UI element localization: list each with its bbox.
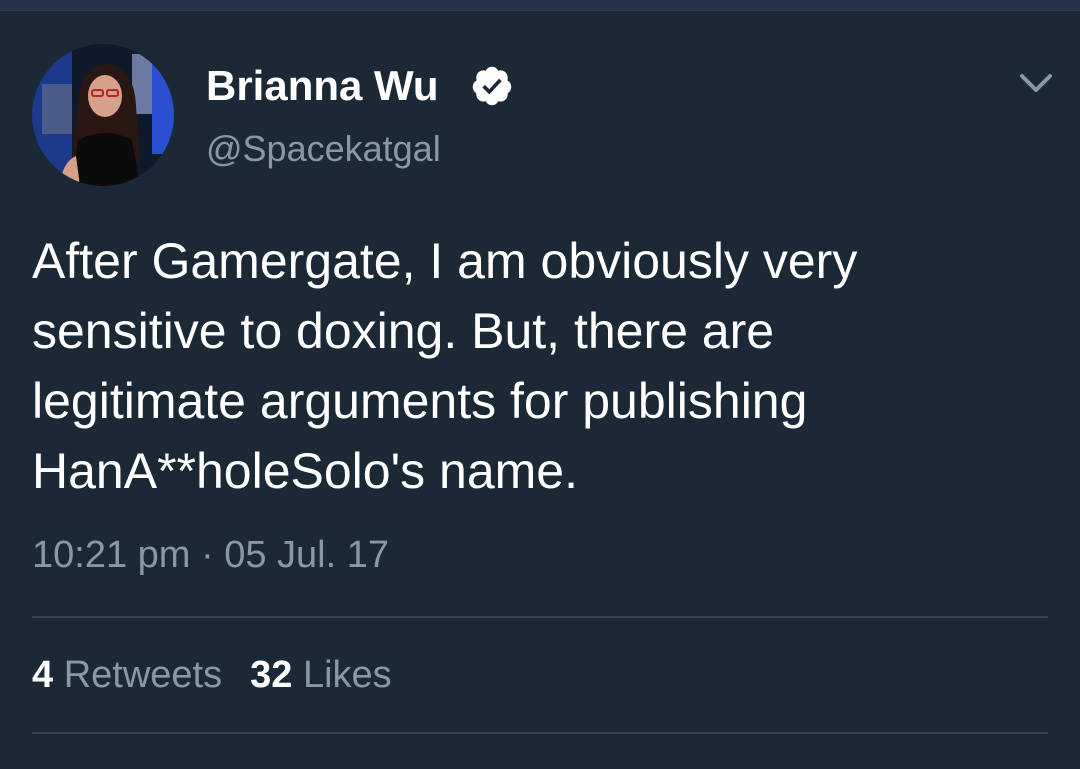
divider xyxy=(32,732,1048,734)
likes-label: Likes xyxy=(302,654,392,696)
likes-stat[interactable]: 32 Likes xyxy=(250,654,392,697)
tweet-timestamp: 10:21 pm · 05 Jul. 17 xyxy=(32,534,389,576)
tweet-text: After Gamergate, I am obviously very sen… xyxy=(32,226,1042,506)
tweet-text-line: After Gamergate, I am obviously very xyxy=(32,233,858,289)
likes-count: 32 xyxy=(250,654,293,696)
avatar[interactable] xyxy=(32,44,174,186)
chevron-down-icon[interactable] xyxy=(1014,66,1058,102)
tweet-text-line: legitimate arguments for publishing xyxy=(32,373,808,429)
tweet-stats: 4 Retweets 32 Likes xyxy=(32,654,392,697)
author-handle[interactable]: @Spacekatgal xyxy=(206,128,441,170)
divider xyxy=(32,616,1048,618)
retweets-label: Retweets xyxy=(63,654,223,696)
top-status-strip xyxy=(0,0,1080,11)
retweets-count: 4 xyxy=(32,654,54,696)
verified-badge-icon xyxy=(472,66,512,106)
author-display-name[interactable]: Brianna Wu xyxy=(206,62,439,110)
tweet-text-line: HanA**holeSolo's name. xyxy=(32,443,578,499)
retweets-stat[interactable]: 4 Retweets xyxy=(32,654,222,697)
tweet-text-line: sensitive to doxing. But, there are xyxy=(32,303,775,359)
